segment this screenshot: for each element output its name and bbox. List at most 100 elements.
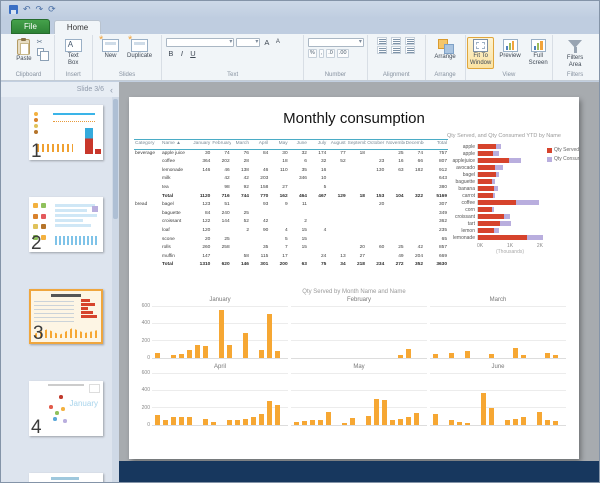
new-slide-button[interactable]: New: [99, 37, 122, 62]
duplicate-slide-button[interactable]: Duplicate: [124, 37, 155, 62]
decrease-decimal-button[interactable]: .0: [326, 49, 335, 58]
full-screen-button[interactable]: Full Screen: [526, 37, 551, 69]
undo-icon[interactable]: ↶: [23, 5, 31, 14]
qty-stacked-bar-chart[interactable]: Qty Served, and Qty Consumed YTD by Name…: [447, 133, 579, 255]
number-format-combobox[interactable]: [308, 38, 364, 47]
table-cell: 66: [405, 158, 424, 167]
table-cell: [347, 201, 366, 210]
bar: [251, 417, 256, 425]
collapse-panel-icon[interactable]: ‹: [110, 85, 113, 95]
bar: [398, 419, 403, 425]
table-header-cell[interactable]: Name ▲: [161, 140, 192, 150]
slide-thumbnail-1[interactable]: 1: [29, 105, 103, 160]
bar-segment: [478, 158, 509, 164]
table-cell: [366, 184, 385, 193]
cut-icon[interactable]: ✂: [37, 39, 44, 46]
table-header-cell[interactable]: June: [289, 140, 308, 150]
comma-format-button[interactable]: ,: [319, 49, 325, 58]
increase-decimal-button[interactable]: .00: [337, 49, 349, 58]
y-axis-tick: 200: [142, 339, 150, 344]
slide-thumbnail-2[interactable]: 2: [29, 197, 103, 252]
redo-icon[interactable]: ↷: [36, 5, 44, 14]
bar: [414, 413, 419, 425]
table-cell: 20: [347, 244, 366, 253]
table-header-cell[interactable]: Total: [424, 140, 448, 150]
copy-icon[interactable]: [37, 48, 44, 56]
y-axis-tick: 400: [142, 321, 150, 326]
text-box-button[interactable]: Text Box: [62, 37, 85, 69]
paste-button[interactable]: Paste: [13, 37, 34, 65]
table-cell: 75: [308, 261, 327, 270]
slide-thumbnail-4[interactable]: January 4: [29, 381, 103, 436]
align-top-button[interactable]: [377, 46, 387, 54]
table-header-cell[interactable]: December: [405, 140, 424, 150]
table-cell: 301: [250, 261, 269, 270]
refresh-icon[interactable]: ⟳: [48, 5, 56, 14]
table-cell: [134, 175, 161, 184]
save-icon[interactable]: [9, 5, 18, 14]
table-cell: 380: [424, 184, 448, 193]
y-axis-tick: 400: [142, 388, 150, 393]
underline-button[interactable]: U: [188, 49, 197, 58]
bar-segment: [478, 151, 493, 157]
category-label: banana: [447, 186, 477, 192]
tab-home[interactable]: Home: [54, 20, 101, 34]
slide[interactable]: Monthly consumption CategoryName ▲Januar…: [129, 97, 579, 459]
table-header-cell[interactable]: August: [327, 140, 346, 150]
chart-row: coffee: [447, 199, 579, 206]
thumbnail-scrollbar[interactable]: [112, 97, 119, 482]
table-cell: 93: [250, 201, 269, 210]
percent-format-button[interactable]: %: [308, 49, 317, 58]
category-label: avocado: [447, 165, 477, 171]
bar: [553, 355, 558, 358]
align-right-button[interactable]: [405, 37, 415, 45]
month-panel: February: [291, 297, 427, 359]
bar-segment: [478, 165, 495, 171]
table-cell: 352: [405, 261, 424, 270]
table-header-cell[interactable]: January: [192, 140, 211, 150]
align-bottom-button[interactable]: [405, 46, 415, 54]
table-header-cell[interactable]: April: [250, 140, 269, 150]
table-cell: [134, 227, 161, 236]
font-name-combobox[interactable]: [166, 38, 234, 47]
table-cell: 362: [424, 218, 448, 227]
bar: [243, 419, 248, 425]
table-header-cell[interactable]: February: [211, 140, 230, 150]
bar: [342, 423, 347, 425]
bar-segment: [478, 200, 516, 206]
monthly-small-multiples-chart[interactable]: Qty Served by Month Name and Name 600400…: [134, 289, 574, 431]
filters-area-button[interactable]: Filters Area: [564, 37, 587, 71]
tab-file[interactable]: File: [11, 19, 50, 34]
slide-thumbnail-5[interactable]: 5: [29, 473, 103, 482]
italic-button[interactable]: I: [177, 49, 186, 58]
table-header-cell[interactable]: May: [269, 140, 288, 150]
chart-row: baguette: [447, 178, 579, 185]
table-header-cell[interactable]: March: [231, 140, 250, 150]
arrange-button[interactable]: Arrange: [431, 37, 458, 63]
slide-thumbnail-3-selected[interactable]: 3: [29, 289, 103, 344]
table-cell: [289, 253, 308, 262]
grow-font-button[interactable]: A: [262, 38, 271, 47]
preview-button[interactable]: Preview: [496, 37, 523, 62]
fit-to-window-button[interactable]: Fit To Window: [467, 37, 494, 69]
shrink-font-button[interactable]: A: [273, 39, 282, 46]
align-center-button[interactable]: [391, 37, 401, 45]
monthly-table[interactable]: CategoryName ▲JanuaryFebruaryMarchAprilM…: [134, 139, 448, 270]
table-cell: [385, 201, 404, 210]
align-middle-button[interactable]: [391, 46, 401, 54]
table-header-cell[interactable]: November: [385, 140, 404, 150]
bold-button[interactable]: B: [166, 49, 175, 58]
table-header-cell[interactable]: October: [366, 140, 385, 150]
table-header-cell[interactable]: Category: [134, 140, 161, 150]
table-cell: [211, 227, 230, 236]
table-cell: [347, 218, 366, 227]
bar: [350, 418, 355, 425]
scrollbar-thumb[interactable]: [113, 99, 118, 219]
table-row: tea9892158275380: [134, 184, 448, 193]
bar: [326, 412, 331, 425]
align-left-button[interactable]: [377, 37, 387, 45]
table-header-cell[interactable]: September: [347, 140, 366, 150]
font-size-combobox[interactable]: [236, 38, 260, 47]
table-header-cell[interactable]: July: [308, 140, 327, 150]
bar: [449, 420, 454, 425]
